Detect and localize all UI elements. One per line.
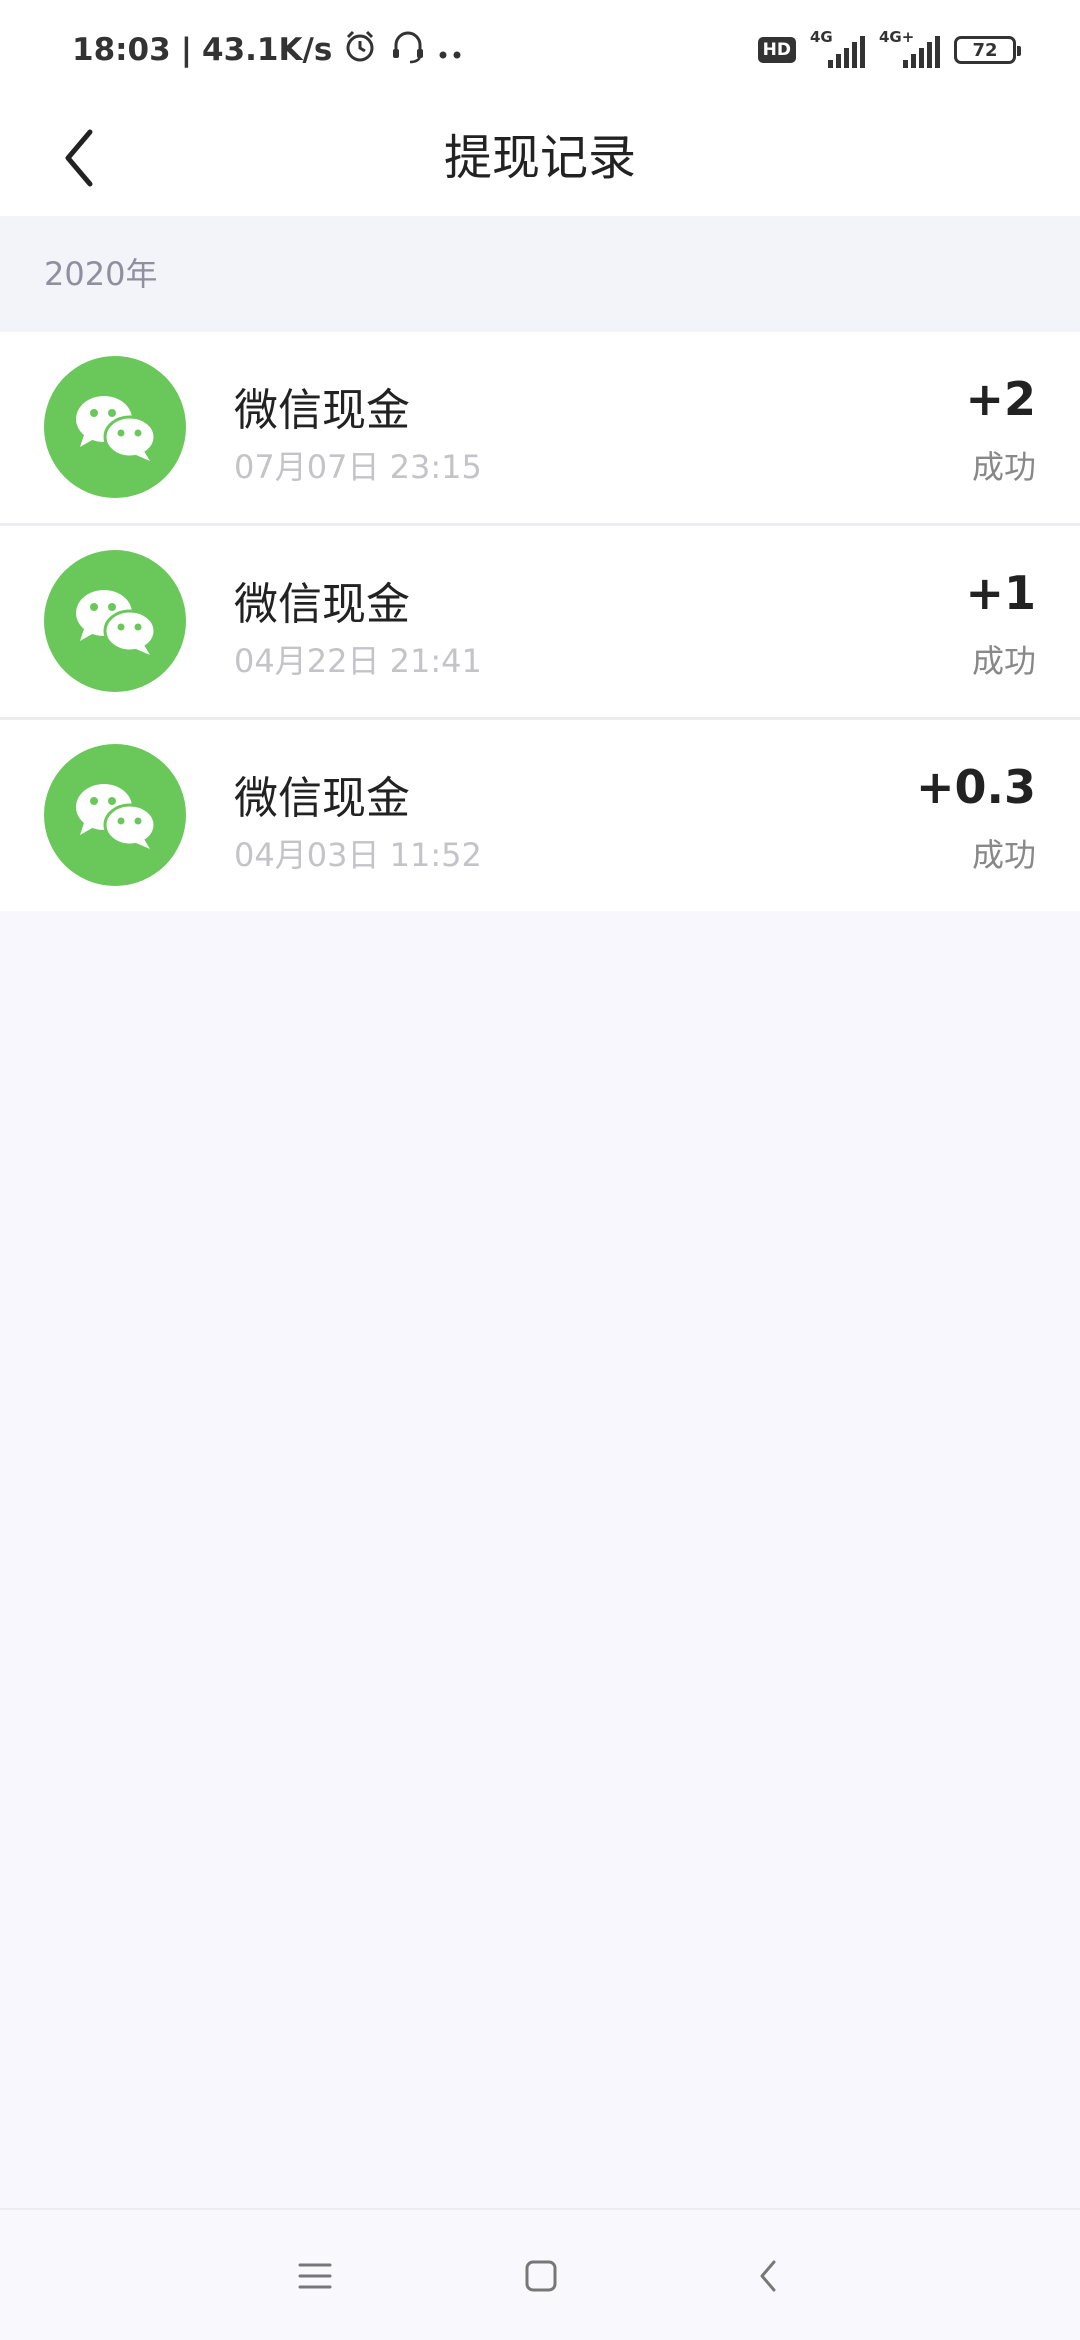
list-item[interactable]: 微信现金 07月07日 23:15 +2 成功 xyxy=(0,332,1080,526)
battery-icon: 72 xyxy=(954,36,1021,64)
home-button[interactable] xyxy=(511,2246,571,2306)
wechat-icon xyxy=(44,744,186,886)
list-item[interactable]: 微信现金 04月03日 11:52 +0.3 成功 xyxy=(0,720,1080,911)
headset-icon xyxy=(388,27,428,73)
network-type-1: 4G xyxy=(810,28,833,46)
square-icon xyxy=(525,2260,557,2292)
record-title: 微信现金 xyxy=(234,579,410,630)
withdrawal-record-list: 微信现金 07月07日 23:15 +2 成功 微信现金 04月22日 21:4… xyxy=(0,332,1080,911)
record-status: 成功 xyxy=(971,642,1036,680)
network-type-2: 4G+ xyxy=(879,28,915,46)
record-amount: +0.3 xyxy=(915,760,1036,814)
record-status: 成功 xyxy=(971,448,1036,486)
record-amount: +1 xyxy=(965,566,1036,620)
year-label: 2020年 xyxy=(44,255,158,293)
record-amount: +2 xyxy=(965,372,1036,426)
record-time: 07月07日 23:15 xyxy=(234,448,482,486)
more-notifications-icon xyxy=(438,32,464,68)
signal-bars-icon xyxy=(828,36,865,68)
status-time: 18:03 xyxy=(72,32,171,68)
signal-sim1: 4G xyxy=(810,28,865,68)
status-net-speed: 43.1K/s xyxy=(202,32,333,68)
back-nav-button[interactable] xyxy=(738,2246,798,2306)
record-title: 微信现金 xyxy=(234,385,410,436)
year-section-header: 2020年 xyxy=(0,216,1080,332)
battery-level: 72 xyxy=(972,39,998,61)
record-status: 成功 xyxy=(971,836,1036,874)
record-title: 微信现金 xyxy=(234,773,410,824)
hd-badge: HD xyxy=(757,37,796,63)
recents-button[interactable] xyxy=(285,2246,345,2306)
page-title: 提现记录 xyxy=(443,130,636,186)
wechat-icon xyxy=(44,356,186,498)
wechat-icon xyxy=(44,550,186,692)
record-time: 04月22日 21:41 xyxy=(234,642,482,680)
chevron-left-icon xyxy=(760,2260,776,2292)
system-navigation-bar xyxy=(0,2208,1080,2340)
status-bar: 18:03 | 43.1K/s HD 4G 4G+ 72 xyxy=(0,0,1080,100)
signal-sim2: 4G+ xyxy=(879,28,940,68)
back-button[interactable] xyxy=(40,118,120,198)
chevron-left-icon xyxy=(65,129,93,187)
app-header: 提现记录 xyxy=(0,100,1080,216)
status-left: 18:03 | 43.1K/s xyxy=(72,27,464,73)
alarm-icon xyxy=(342,28,378,72)
status-separator: | xyxy=(180,32,193,68)
record-time: 04月03日 11:52 xyxy=(234,836,482,874)
status-right: HD 4G 4G+ 72 xyxy=(757,28,1021,68)
list-item[interactable]: 微信现金 04月22日 21:41 +1 成功 xyxy=(0,526,1080,720)
menu-icon xyxy=(298,2263,332,2289)
